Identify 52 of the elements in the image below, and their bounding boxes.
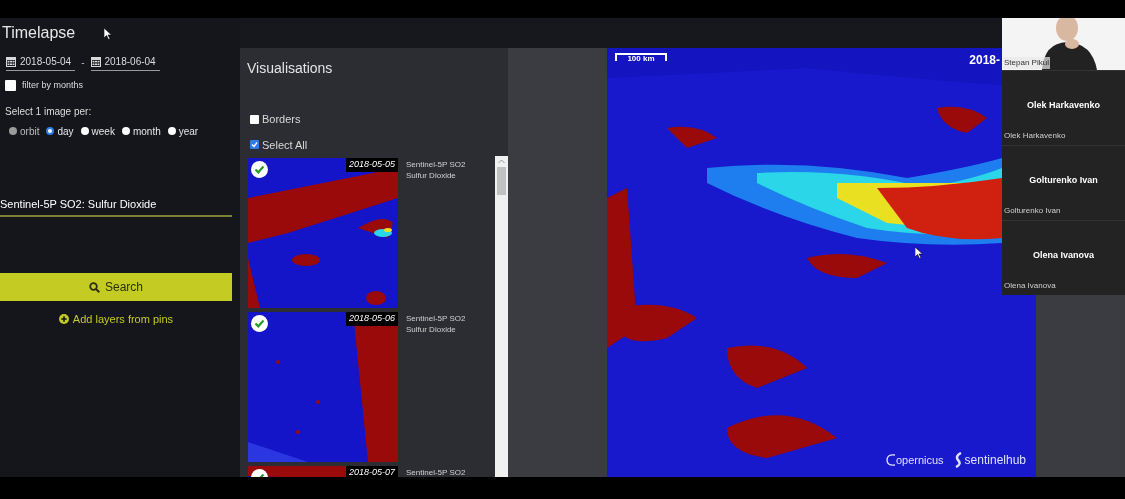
participant-name: Olek Harkavenko	[1025, 99, 1101, 112]
date-field[interactable]: 2018-05-04	[6, 54, 76, 71]
layer-name: Sentinel-5P SO2	[406, 313, 466, 324]
participant-name: Stepan Pikul	[1003, 57, 1050, 69]
layer-name: Sentinel-5P SO2	[406, 467, 466, 477]
radio-label: orbit	[20, 124, 40, 139]
calendar-icon	[90, 56, 101, 67]
radio-label: month	[132, 124, 161, 139]
search-button[interactable]: Search	[0, 273, 232, 301]
checkbox-label: Borders	[262, 112, 301, 127]
radio-label: day	[57, 124, 74, 139]
scrollbar[interactable]	[495, 156, 508, 477]
radio-button[interactable]	[46, 127, 55, 135]
cursor-icon	[104, 28, 112, 40]
checkbox-label: Select All	[262, 137, 308, 153]
checkbox[interactable]	[5, 80, 16, 92]
cursor-icon	[915, 247, 923, 259]
logo-text: opernicus	[895, 452, 944, 468]
scale-label: 100 km	[627, 54, 655, 61]
add-layers-link[interactable]: Add layers from pins	[0, 311, 232, 328]
date-label: 2018-05-05	[345, 158, 398, 172]
layer-name: Sulfur Dioxide	[406, 324, 457, 335]
layer-field[interactable]: Sentinel-5P SO2: Sulfur Dioxide	[0, 195, 232, 217]
map-date: 2018-	[969, 52, 1000, 69]
search-icon	[89, 281, 100, 293]
scroll-thumb[interactable]	[497, 167, 506, 195]
radio-button[interactable]	[167, 127, 176, 135]
radio-button[interactable]	[80, 127, 89, 135]
checkbox-label: filter by months	[22, 79, 84, 92]
logo-text: sentinelhub	[964, 452, 1026, 469]
panel-title: Visualisations	[246, 59, 333, 78]
calendar-icon	[6, 56, 16, 67]
radio-label: year	[178, 124, 199, 139]
participant-label: Olena Ivanova	[1004, 280, 1056, 292]
checkbox[interactable]	[250, 140, 259, 150]
participant-label: Olek Harkavenko	[1004, 130, 1066, 142]
date-label: 2018-05-06	[345, 312, 398, 326]
participant-name: Golturenko Ivan	[1028, 174, 1099, 187]
layer-name: Sulfur Dioxide	[406, 170, 457, 181]
radio-label: week	[91, 124, 115, 139]
date-field[interactable]: 2018-06-04	[90, 54, 160, 71]
layer-name: Sentinel-5P SO2	[406, 159, 466, 170]
s-logo-icon	[953, 452, 963, 468]
panel-title: Timelapse	[2, 23, 76, 43]
swoosh-logo-icon	[885, 453, 896, 467]
radio-button[interactable]	[121, 127, 130, 135]
participant-name: Olena Ivanova	[1032, 249, 1095, 262]
date-separator: -	[80, 56, 86, 70]
select-label: Select 1 image per:	[4, 104, 92, 119]
participant-label: Golturenko Ivan	[1004, 205, 1061, 217]
plus-circle-icon	[58, 314, 69, 325]
checkbox[interactable]	[250, 114, 259, 124]
